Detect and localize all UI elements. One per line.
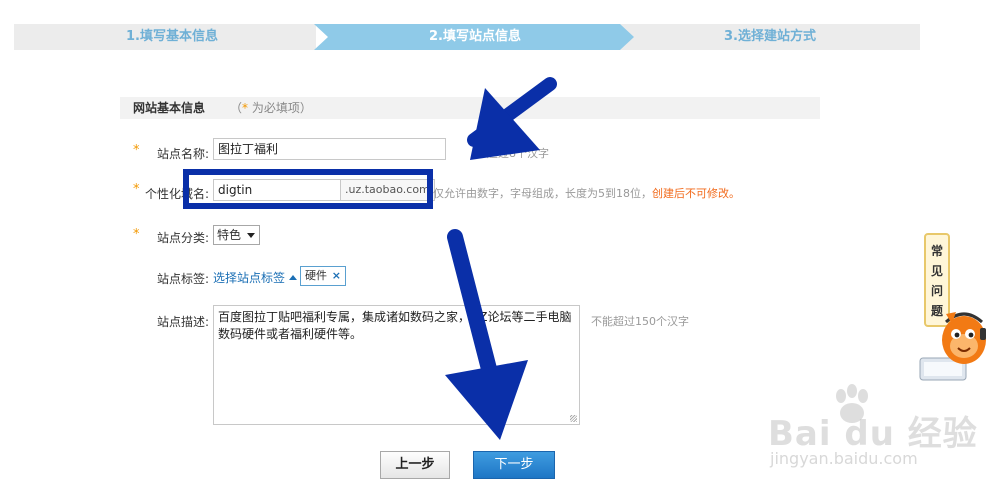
- watermark-logo-text: Bai du 经验: [768, 414, 978, 454]
- mascot-icon[interactable]: [916, 300, 1000, 385]
- prev-step-button[interactable]: 上一步: [380, 451, 450, 479]
- step-label: 2.填写站点信息: [429, 29, 521, 44]
- custom-domain-hint: 仅允许由数字，字母组成，长度为5到18位，创建后不可修改。: [433, 185, 740, 201]
- resize-handle-icon[interactable]: [570, 415, 577, 422]
- description-textarea[interactable]: 百度图拉丁贴吧福利专属，集成诸如数码之家，GZ论坛等二手电脑数码硬件或者福利硬件…: [213, 305, 580, 425]
- description-text: 百度图拉丁贴吧福利专属，集成诸如数码之家，GZ论坛等二手电脑数码硬件或者福利硬件…: [218, 310, 572, 341]
- category-select[interactable]: 特色: [213, 225, 260, 245]
- tag-chip-label: 硬件: [305, 269, 327, 282]
- select-tags-text: 选择站点标签: [213, 271, 286, 285]
- custom-domain-hint-text: 仅允许由数字，字母组成，长度为5到18位，: [433, 187, 652, 200]
- step-basic-info: 1.填写基本信息: [14, 24, 330, 50]
- faq-char: 常: [930, 244, 943, 258]
- chevron-down-icon: [247, 233, 255, 238]
- step-label: 1.填写基本信息: [126, 29, 218, 44]
- section-title: 网站基本信息: [133, 101, 206, 115]
- required-star: *: [133, 182, 140, 197]
- site-name-hint: 超过8个汉字: [487, 147, 549, 160]
- caret-up-icon: [289, 275, 298, 280]
- faq-char: 问: [930, 284, 943, 298]
- section-header: 网站基本信息 （* 为必填项）: [120, 97, 820, 119]
- description-label: 站点描述:: [157, 315, 210, 329]
- site-name-input[interactable]: 图拉丁福利: [213, 138, 446, 160]
- progress-steps: 1.填写基本信息 2.填写站点信息 3.选择建站方式: [14, 24, 920, 50]
- tags-label: 站点标签:: [157, 272, 210, 286]
- select-tags-link[interactable]: 选择站点标签: [213, 269, 298, 286]
- tag-chip: 硬件 ×: [300, 266, 346, 286]
- step-build-method: 3.选择建站方式: [620, 24, 920, 50]
- description-hint: 不能超过150个汉字: [591, 315, 689, 328]
- faq-char: 见: [930, 264, 943, 278]
- required-star: *: [133, 143, 140, 158]
- close-icon[interactable]: ×: [332, 267, 341, 285]
- site-name-label: 站点名称:: [157, 147, 210, 161]
- annotation-highlight-box: [183, 169, 433, 209]
- watermark-url: jingyan.baidu.com: [770, 449, 918, 468]
- required-note: （* 为必填项）: [230, 97, 312, 119]
- custom-domain-warning: 创建后不可修改。: [652, 187, 740, 200]
- step-site-info-active: 2.填写站点信息: [314, 24, 636, 50]
- category-selected-value: 特色: [217, 228, 242, 242]
- required-star: *: [133, 227, 140, 242]
- next-step-button[interactable]: 下一步: [473, 451, 555, 479]
- step-label: 3.选择建站方式: [724, 29, 816, 44]
- required-note-open: （: [230, 101, 243, 115]
- required-note-text: 为必填项）: [248, 101, 312, 115]
- category-label: 站点分类:: [157, 231, 210, 245]
